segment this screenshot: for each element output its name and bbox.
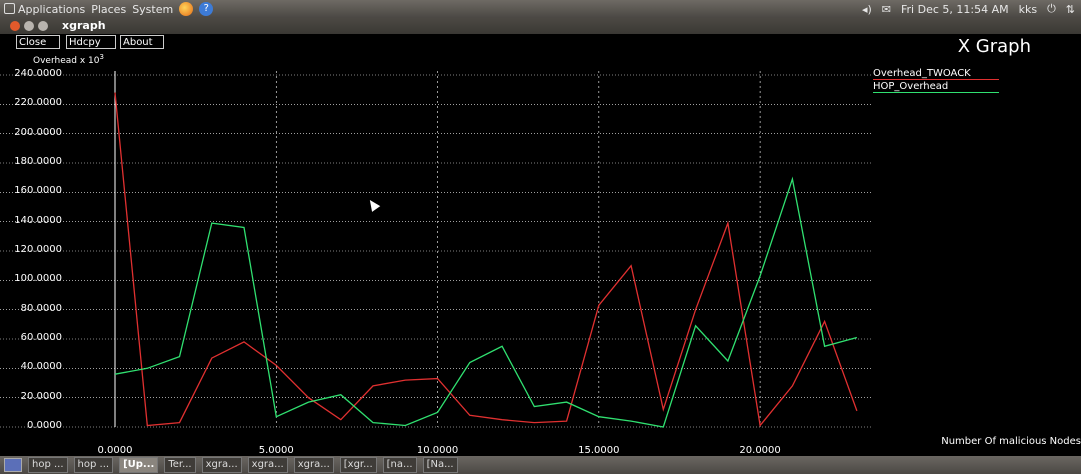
x-axis-label: Number Of malicious Nodes	[941, 436, 1081, 447]
legend-item: HOP_Overhead	[873, 81, 999, 93]
taskbar-item[interactable]: xgra...	[293, 457, 334, 473]
taskbar-item[interactable]: hop ...	[28, 457, 68, 473]
taskbar-item[interactable]: xgra...	[201, 457, 242, 473]
taskbar-item[interactable]: hop ...	[73, 457, 114, 473]
y-tick-label: 180.0000	[14, 156, 62, 167]
x-tick-label: 0.0000	[97, 445, 133, 456]
y-tick-label: 120.0000	[14, 244, 62, 255]
y-tick-label: 20.0000	[20, 390, 62, 402]
x-tick-label: 5.0000	[258, 445, 294, 456]
y-tick-label: 200.0000	[14, 126, 62, 138]
y-tick-label: 60.0000	[20, 332, 62, 343]
y-tick-label: 0.0000	[27, 420, 62, 431]
series-line-overhead-twoack	[114, 92, 858, 428]
y-tick-label: 160.0000	[14, 185, 62, 197]
y-tick-label: 140.0000	[14, 214, 62, 226]
x-tick-label: 15.0000	[578, 445, 620, 456]
y-tick-label: 80.0000	[20, 302, 62, 314]
taskbar: hop ... hop ... [Up... Ter... xgra... xgra...…	[0, 456, 1081, 474]
taskbar-item[interactable]: xgra...	[247, 457, 288, 473]
legend-item: Overhead_TWOACK	[873, 68, 999, 80]
y-tick-label: 40.0000	[20, 361, 62, 373]
y-tick-label: 220.0000	[14, 97, 62, 109]
taskbar-item[interactable]: [xgr...	[339, 457, 377, 473]
taskbar-item[interactable]: [Na...	[422, 457, 458, 473]
x-tick-label: 20.0000	[739, 445, 781, 456]
series-line-hop-overhead	[114, 176, 858, 428]
taskbar-item[interactable]: [na...	[382, 457, 417, 473]
x-tick-label: 10.0000	[416, 445, 459, 456]
y-tick-label: 240.0000	[14, 68, 62, 79]
taskbar-item[interactable]: [Up...	[119, 457, 159, 473]
show-desktop-icon[interactable]	[4, 458, 22, 472]
taskbar-item[interactable]: Ter...	[164, 457, 196, 473]
y-tick-label: 100.0000	[14, 273, 62, 285]
